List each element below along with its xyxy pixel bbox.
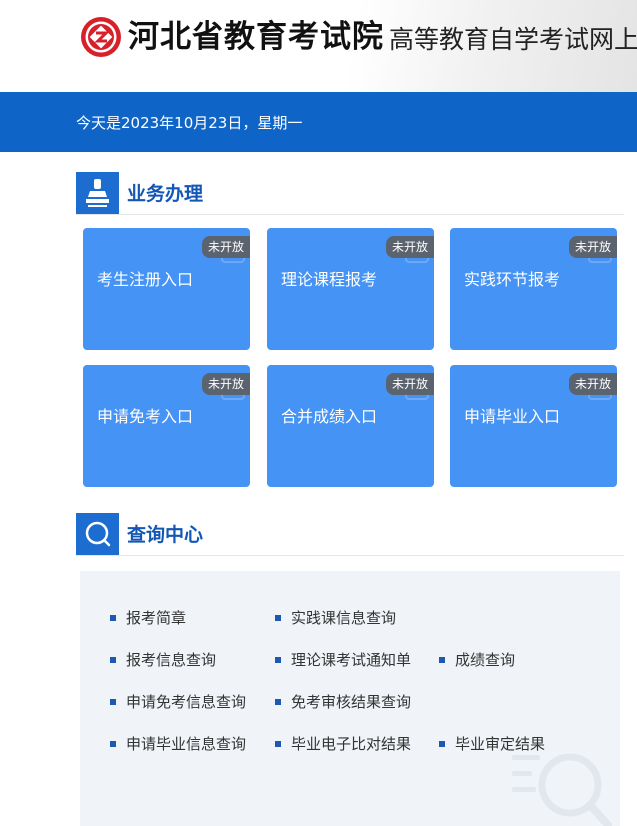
card-label: 申请免考入口 — [97, 407, 194, 426]
query-link-label: 报考信息查询 — [126, 651, 217, 669]
card-merge-scores[interactable]: 未开放 合并成绩入口 — [267, 365, 434, 487]
date-bar: 今天是2023年10月23日，星期一 — [0, 92, 637, 152]
card-exemption-apply[interactable]: 未开放 申请免考入口 — [83, 365, 250, 487]
status-badge: 未开放 — [568, 236, 617, 258]
query-center-panel: 报考简章 实践课信息查询 报考信息查询 理论课考试通知单 成绩查询 申请免考信息… — [80, 571, 620, 826]
search-icon — [76, 513, 119, 555]
status-badge: 未开放 — [385, 236, 434, 258]
exam-institute-seal-icon[interactable] — [80, 16, 122, 58]
site-header: 河北省教育考试院 高等教育自学考试网上 — [0, 0, 637, 92]
query-section-title: 查询中心 — [127, 524, 204, 546]
card-student-register[interactable]: 未开放 考生注册入口 — [83, 228, 250, 350]
bullet-icon — [439, 741, 445, 747]
search-watermark-icon — [512, 753, 612, 826]
bullet-icon — [275, 699, 281, 705]
current-date: 今天是2023年10月23日，星期一 — [76, 114, 303, 132]
card-practice-course[interactable]: 未开放 实践环节报考 — [450, 228, 617, 350]
query-link-label: 申请免考信息查询 — [126, 693, 247, 711]
bullet-icon — [110, 699, 116, 705]
card-label: 考生注册入口 — [97, 270, 194, 289]
query-link-exemption-info[interactable]: 申请免考信息查询 — [110, 692, 246, 712]
bullet-icon — [110, 657, 116, 663]
stamp-icon — [76, 172, 119, 214]
bullet-icon — [275, 615, 281, 621]
query-link-scores[interactable]: 成绩查询 — [439, 650, 515, 670]
query-link-label: 实践课信息查询 — [291, 609, 397, 627]
bullet-icon — [110, 615, 116, 621]
query-link-exemption-result[interactable]: 免考审核结果查询 — [275, 692, 411, 712]
status-badge: 未开放 — [201, 236, 250, 258]
status-badge: 未开放 — [568, 373, 617, 395]
query-link-label: 免考审核结果查询 — [291, 693, 412, 711]
query-link-exam-guide[interactable]: 报考简章 — [110, 608, 186, 628]
business-section-header: 业务办理 — [76, 172, 624, 215]
bullet-icon — [439, 657, 445, 663]
query-link-exam-notice[interactable]: 理论课考试通知单 — [275, 650, 411, 670]
query-link-label: 报考简章 — [126, 609, 187, 627]
query-link-label: 理论课考试通知单 — [291, 651, 412, 669]
card-label: 申请毕业入口 — [464, 407, 561, 426]
card-theory-course[interactable]: 未开放 理论课程报考 — [267, 228, 434, 350]
status-badge: 未开放 — [201, 373, 250, 395]
bullet-icon — [275, 657, 281, 663]
bullet-icon — [110, 741, 116, 747]
query-link-practice-info[interactable]: 实践课信息查询 — [275, 608, 396, 628]
card-label: 理论课程报考 — [281, 270, 378, 289]
query-section-header: 查询中心 — [76, 513, 624, 556]
query-link-label: 申请毕业信息查询 — [126, 735, 247, 753]
query-link-label: 成绩查询 — [455, 651, 516, 669]
query-link-registration-info[interactable]: 报考信息查询 — [110, 650, 216, 670]
card-label: 合并成绩入口 — [281, 407, 378, 426]
card-graduation-apply[interactable]: 未开放 申请毕业入口 — [450, 365, 617, 487]
bullet-icon — [275, 741, 281, 747]
query-link-label: 毕业电子比对结果 — [291, 735, 412, 753]
query-link-graduation-info[interactable]: 申请毕业信息查询 — [110, 734, 246, 754]
business-section-title: 业务办理 — [127, 183, 204, 205]
status-badge: 未开放 — [385, 373, 434, 395]
org-name[interactable]: 河北省教育考试院 — [128, 16, 384, 58]
site-name: 高等教育自学考试网上 — [389, 25, 637, 54]
query-link-graduation-compare[interactable]: 毕业电子比对结果 — [275, 734, 411, 754]
card-label: 实践环节报考 — [464, 270, 561, 289]
